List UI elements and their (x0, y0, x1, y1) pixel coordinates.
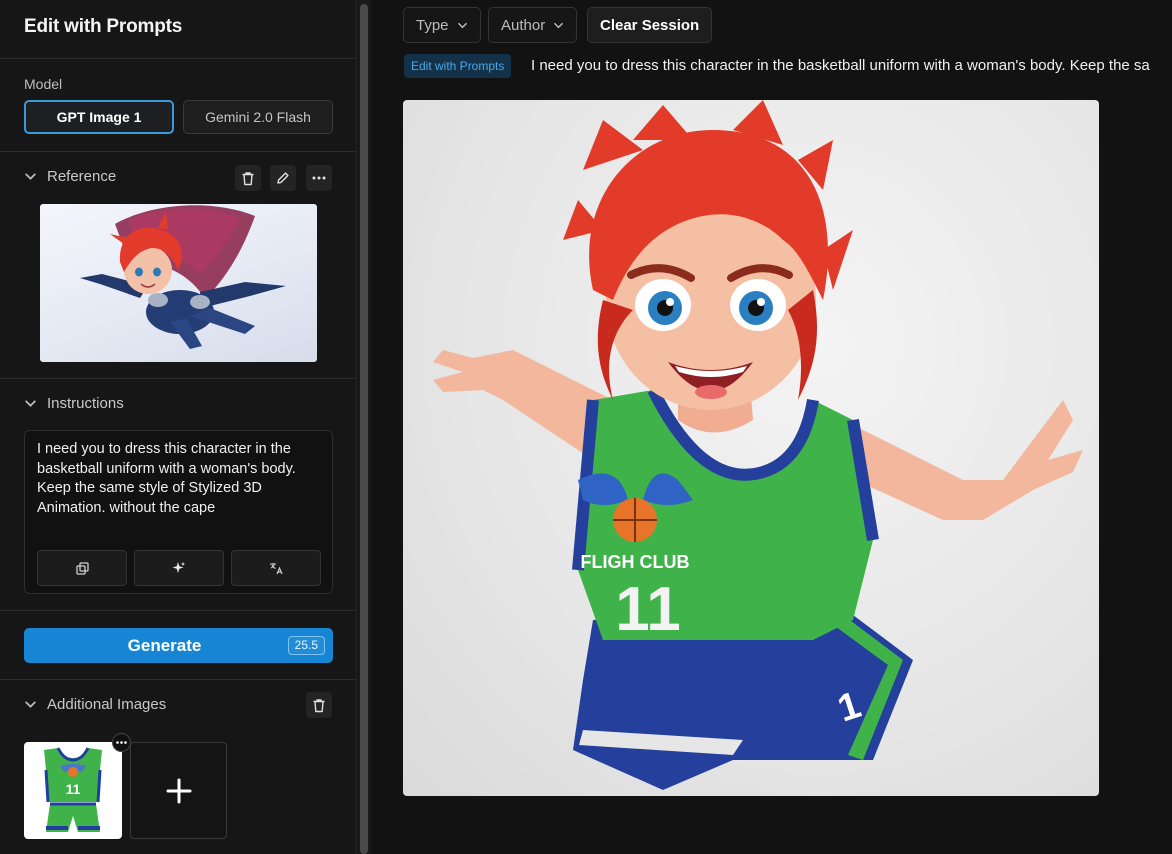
trash-icon (242, 171, 254, 185)
sidebar-scrollbar-thumb[interactable] (360, 4, 368, 854)
copy-icon (75, 561, 89, 575)
divider (0, 378, 356, 379)
sparkle-icon (172, 562, 185, 573)
credit-cost-badge: 25.5 (287, 636, 325, 655)
model-option-gpt-image-1[interactable]: GPT Image 1 (24, 100, 174, 134)
divider (0, 58, 356, 59)
author-filter-dropdown[interactable]: Author (488, 7, 578, 43)
instructions-label: Instructions (47, 395, 124, 412)
reference-more-button[interactable] (306, 165, 332, 191)
instructions-section-header[interactable]: Instructions (24, 395, 124, 412)
more-horizontal-icon (116, 741, 127, 744)
app-window: Edit with Prompts Model GPT Image 1 Gemi… (0, 0, 1172, 854)
add-image-button[interactable] (130, 742, 227, 839)
translate-icon (269, 562, 283, 574)
sidebar-title: Edit with Prompts (24, 16, 183, 37)
sidebar: Edit with Prompts Model GPT Image 1 Gemi… (0, 0, 357, 854)
jersey-team-name: FLIGH CLUB (581, 552, 690, 572)
flying-heroine-illustration (80, 205, 286, 349)
generated-image[interactable]: 1 FLIGH CLUB 11 (403, 100, 1099, 796)
clear-session-button[interactable]: Clear Session (587, 7, 713, 43)
reference-image[interactable] (40, 204, 317, 362)
type-filter-dropdown[interactable]: Type (403, 7, 481, 43)
pencil-icon (277, 172, 289, 184)
copy-button[interactable] (37, 550, 127, 586)
reference-label: Reference (47, 168, 117, 185)
mode-tag: Edit with Prompts (404, 54, 512, 78)
prompt-text: I need you to dress this character in th… (531, 57, 1150, 74)
reference-section-header[interactable]: Reference (24, 168, 116, 185)
instructions-text[interactable]: I need you to dress this character in th… (37, 440, 325, 518)
generate-label: Generate (127, 635, 202, 655)
type-filter-label: Type (416, 16, 449, 34)
author-filter-label: Author (501, 16, 546, 34)
additional-images-label: Additional Images (47, 696, 167, 713)
model-option-gemini-flash[interactable]: Gemini 2.0 Flash (183, 100, 333, 134)
trash-icon (313, 698, 325, 712)
additional-images-section-header[interactable]: Additional Images (24, 696, 166, 713)
jersey-number: 11 (615, 575, 681, 644)
divider (0, 610, 356, 611)
plus-icon (166, 778, 191, 803)
basketball-uniform-image: 11 (44, 747, 102, 832)
divider (0, 679, 356, 680)
chevron-down-icon (25, 701, 36, 708)
chevron-down-icon (25, 400, 36, 407)
divider (0, 151, 356, 152)
delete-reference-button[interactable] (235, 165, 261, 191)
instructions-textarea[interactable]: I need you to dress this character in th… (24, 430, 333, 594)
thumbnail-more-button[interactable] (112, 733, 131, 752)
additional-image-thumbnail[interactable]: 11 (24, 742, 122, 839)
chevron-down-icon (25, 173, 36, 180)
basketball-girl-illustration: 1 FLIGH CLUB 11 (433, 100, 1083, 790)
main-panel: Type Author Clear Session Edit with Prom… (371, 0, 1172, 854)
thumbnail-jersey-number: 11 (66, 781, 81, 797)
chevron-down-icon (554, 22, 564, 28)
generate-button[interactable]: Generate 25.5 (24, 628, 333, 663)
model-label: Model (24, 76, 63, 92)
enhance-prompt-button[interactable] (134, 550, 224, 586)
more-horizontal-icon (312, 176, 326, 180)
translate-button[interactable] (231, 550, 321, 586)
clear-additional-images-button[interactable] (306, 692, 332, 718)
edit-reference-button[interactable] (270, 165, 296, 191)
chevron-down-icon (457, 22, 467, 28)
